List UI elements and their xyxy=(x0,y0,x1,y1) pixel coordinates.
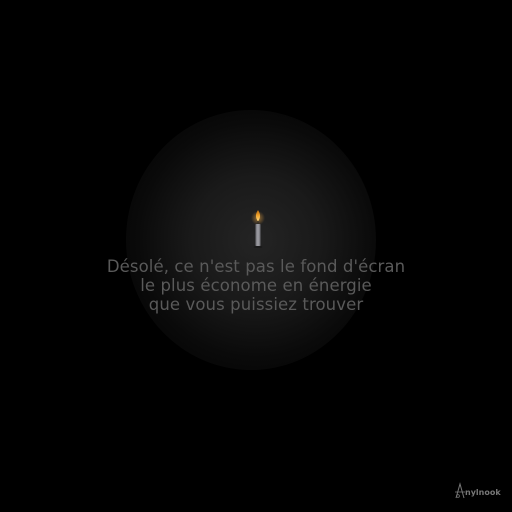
logo-text: nylnook xyxy=(465,488,501,497)
nylnook-logo: nylnook xyxy=(454,482,512,500)
wallpaper-message: Désolé, ce n'est pas le fond d'écran le … xyxy=(0,257,512,314)
message-line-1: Désolé, ce n'est pas le fond d'écran xyxy=(106,257,406,276)
wallpaper: Désolé, ce n'est pas le fond d'écran le … xyxy=(0,0,512,512)
message-line-3: que vous puissiez trouver xyxy=(148,295,364,314)
candle-icon xyxy=(251,210,265,248)
message-line-2: le plus économe en énergie xyxy=(140,276,372,295)
